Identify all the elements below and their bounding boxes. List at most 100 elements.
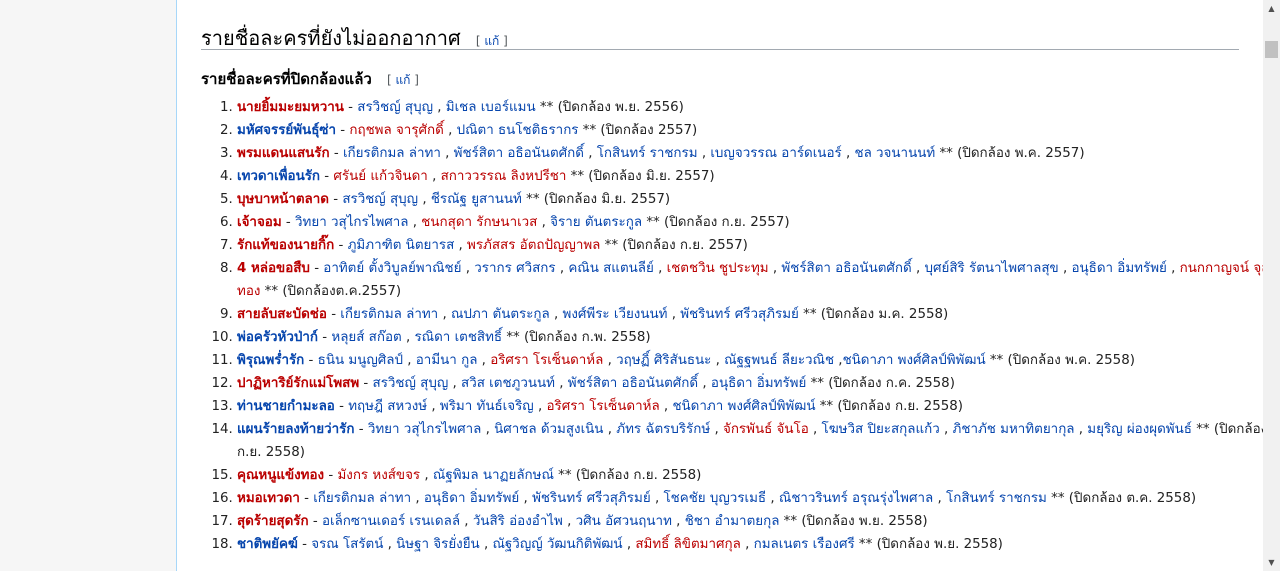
actor-link[interactable]: ชีรณัฐ ยูสานนท์ [431, 192, 522, 207]
actor-link[interactable]: วรากร ศวิสกร [474, 261, 555, 276]
actor-link[interactable]: โฆษวิส ปิยะสกุลแก้ว [822, 422, 940, 437]
actor-link[interactable]: ณัฐพิมล นาฏยลักษณ์ [433, 468, 554, 483]
drama-title-link[interactable]: รักแท้ของนายกิ๊ก [237, 238, 334, 253]
actor-link[interactable]: อนุธิดา อิ่มทรัพย์ [711, 376, 806, 391]
actor-link[interactable]: อริศรา โรเซ็นดาห์ล [490, 353, 603, 368]
actor-link[interactable]: รณิดา เตชสิทธิ์ [414, 330, 502, 345]
actor-link[interactable]: ปณิตา ธนโชติธรากร [457, 123, 579, 138]
subsection-edit-button[interactable]: แก้ [395, 73, 410, 87]
actor-link[interactable]: ธนิน มนูญศิลป์ [318, 353, 403, 368]
list-text: ** (ปิดกล้อง ต.ค. 2558) [1046, 491, 1197, 506]
actor-link[interactable]: สรวิชญ์ สุบุญ [373, 376, 449, 391]
actor-link[interactable]: วันสิริ อ่องอำไพ [473, 514, 563, 529]
list-text: , [420, 468, 433, 483]
actor-link[interactable]: วศิน อัศวนฤนาท [576, 514, 672, 529]
actor-link[interactable]: ภิชาภัช มหาทิตยากุล [953, 422, 1075, 437]
actor-link[interactable]: เกียรติกมล ล่าทา [343, 146, 441, 161]
drama-title-link[interactable]: พ่อครัวหัวป่าก์ [237, 330, 318, 345]
drama-title-link[interactable]: คุณหนูแข้งทอง [237, 468, 324, 483]
list-text: , [440, 146, 454, 161]
actor-link[interactable]: ชล วจนานนท์ [854, 146, 935, 161]
actor-link[interactable]: ชิชา อำมาตยกุล [685, 514, 780, 529]
drama-title-link[interactable]: สุดร้ายสุดรัก [237, 514, 309, 529]
actor-link[interactable]: อนุธิดา อิ่มทรัพย์ [1071, 261, 1166, 276]
actor-link[interactable]: ทฤษฎี สหวงษ์ [348, 399, 427, 414]
actor-link[interactable]: เกียรติกมล ล่าทา [313, 491, 411, 506]
list-text: - [354, 422, 368, 437]
actor-link[interactable]: โกสินทร์ ราชกรม [597, 146, 698, 161]
actor-link[interactable]: พัชร์สิตา อธิอนันตศักดิ์ [781, 261, 911, 276]
actor-link[interactable]: พัชรินทร์ ศรีวสุภิรมย์ [680, 307, 799, 322]
actor-link[interactable]: วิทยา วสุไกรไพศาล [368, 422, 481, 437]
actor-link[interactable]: เบญจวรรณ อาร์ดเนอร์ [710, 146, 841, 161]
drama-title-link[interactable]: พิรุณพร่ำรัก [237, 353, 304, 368]
actor-link[interactable]: มยุริญ ผ่องผุดพันธ์ [1087, 422, 1192, 437]
actor-link[interactable]: ชนกสุดา รักษนาเวส [421, 215, 537, 230]
actor-link[interactable]: พัชรินทร์ ศรีวสุภิรมย์ [532, 491, 651, 506]
actor-link[interactable]: นิษฐา จิรยั่งยืน [396, 537, 480, 552]
actor-link[interactable]: ศรันย์ แก้วจินดา [333, 169, 427, 184]
actor-link[interactable]: บุศย์สิริ รัตนาไพศาลสุข [925, 261, 1059, 276]
actor-link[interactable]: มังกร หงส์ขจร [337, 468, 420, 483]
actor-link[interactable]: นิศาชล ด้วมสูงเนิน [494, 422, 603, 437]
actor-link[interactable]: พงศ์พีระ เวียงนนท์ [563, 307, 668, 322]
actor-link[interactable]: ภัทร ฉัตรบริรักษ์ [616, 422, 710, 437]
vertical-scrollbar[interactable]: ▲ ▼ [1263, 0, 1280, 571]
actor-link[interactable]: พรภัสสร อัตถปัญญาพล [467, 238, 600, 253]
actor-link[interactable]: สรวิชญ์ สุบุญ [342, 192, 418, 207]
actor-link[interactable]: สรวิชญ์ สุบุญ [357, 100, 433, 115]
drama-title-link[interactable]: พรมแดนแสนรัก [237, 146, 330, 161]
actor-link[interactable]: อริศรา โรเซ็นดาห์ล [547, 399, 660, 414]
drama-title-link[interactable]: แผนร้ายลงท้ายว่ารัก [237, 422, 354, 437]
drama-title-link[interactable]: นายยิ้มมะยมหวาน [237, 100, 344, 115]
drama-title-link[interactable]: บุษบาหน้าตลาด [237, 192, 329, 207]
drama-title-link[interactable]: 4 หล่อขอสืบ [237, 261, 310, 276]
section-edit-button[interactable]: แก้ [484, 34, 499, 48]
actor-link[interactable]: พริมา ทันธ์เจริญ [440, 399, 534, 414]
actor-link[interactable]: หลุยส์ สก๊อต [331, 330, 401, 345]
actor-link[interactable]: พัชร์สิตา อธิอนันตศักดิ์ [568, 376, 698, 391]
list-text: , [697, 146, 711, 161]
actor-link[interactable]: ชนิดาภา พงศ์ศิลป์พิพัฒน์ [672, 399, 815, 414]
actor-link[interactable]: กฤชพล จารุศักดิ์ [349, 123, 443, 138]
actor-link[interactable]: พัชร์สิตา อธิอนันตศักดิ์ [454, 146, 584, 161]
actor-link[interactable]: คณิน สแตนลีย์ [568, 261, 654, 276]
actor-link[interactable]: วิทยา วสุไกรไพศาล [295, 215, 408, 230]
drama-title-link[interactable]: มหัศจรรย์พันธุ์ซ่า [237, 123, 336, 138]
actor-link[interactable]: อเล็กซานเดอร์ เรนเดลล์ [322, 514, 460, 529]
actor-link[interactable]: อามีนา กูล [416, 353, 478, 368]
scroll-up-icon[interactable]: ▲ [1263, 0, 1280, 17]
actor-link[interactable]: โกสินทร์ ราชกรม [946, 491, 1047, 506]
actor-link[interactable]: จักรพันธ์ จันโอ [723, 422, 809, 437]
actor-link[interactable]: ภูมิภาฑิต นิตยารส [348, 238, 455, 253]
scrollbar-thumb[interactable] [1265, 41, 1278, 58]
actor-link[interactable]: โชคชัย บุญวรเมธี [663, 491, 766, 506]
actor-link[interactable]: จิราย ตันตระกูล [550, 215, 642, 230]
actor-link[interactable]: กมลเนตร เรืองศรี [754, 537, 855, 552]
drama-title-link[interactable]: หมอเทวดา [237, 491, 300, 506]
actor-link[interactable]: สมิทธิ์ ลิขิตมาศกุล [635, 537, 740, 552]
drama-title-link[interactable]: สายลับสะบัดช่อ [237, 307, 327, 322]
drama-title-link[interactable]: เทวดาเพื่อนรัก [237, 169, 320, 184]
drama-title-link[interactable]: เจ้าจอม [237, 215, 282, 230]
actor-link[interactable]: สกาววรรณ ลิงหปรีชา [441, 169, 567, 184]
actor-link[interactable]: อนุธิดา อิ่มทรัพย์ [424, 491, 519, 506]
actor-link[interactable]: ชนิดาภา พงศ์ศิลป์พิพัฒน์ [843, 353, 986, 368]
actor-link[interactable]: ณัฐฐพนธ์ ลียะวณิช [724, 353, 834, 368]
scroll-down-icon[interactable]: ▼ [1263, 554, 1280, 571]
actor-link[interactable]: สวิส เตชภูวนนท์ [461, 376, 555, 391]
actor-link[interactable]: จรณ โสรัตน์ [311, 537, 383, 552]
actor-link[interactable]: เกียรติกมล ล่าทา [340, 307, 438, 322]
list-text: - [299, 491, 314, 506]
drama-title-link[interactable]: ท่านชายกำมะลอ [237, 399, 335, 414]
actor-link[interactable]: เชตชวิน ชูประทุม [667, 261, 769, 276]
actor-link[interactable]: ณัฐวิญญ์ วัฒนกิติพัฒน์ [493, 537, 623, 552]
drama-title-link[interactable]: ชาติพยัคฆ์ [237, 537, 298, 552]
actor-link[interactable]: ณปภา ตันตระกูล [451, 307, 550, 322]
actor-link[interactable]: ณิชาวรินทร์ อรุณรุ่งไพศาล [779, 491, 933, 506]
actor-link[interactable]: วฤษฏิ์ ศิริสันธนะ [616, 353, 711, 368]
actor-link[interactable]: มิเชล เบอร์แมน [446, 100, 536, 115]
list-text: , [808, 422, 822, 437]
actor-link[interactable]: อาทิตย์ ตั้งวิบูลย์พาณิชย์ [323, 261, 461, 276]
drama-title-link[interactable]: ปาฏิหาริย์รักแม่โพสพ [237, 376, 359, 391]
